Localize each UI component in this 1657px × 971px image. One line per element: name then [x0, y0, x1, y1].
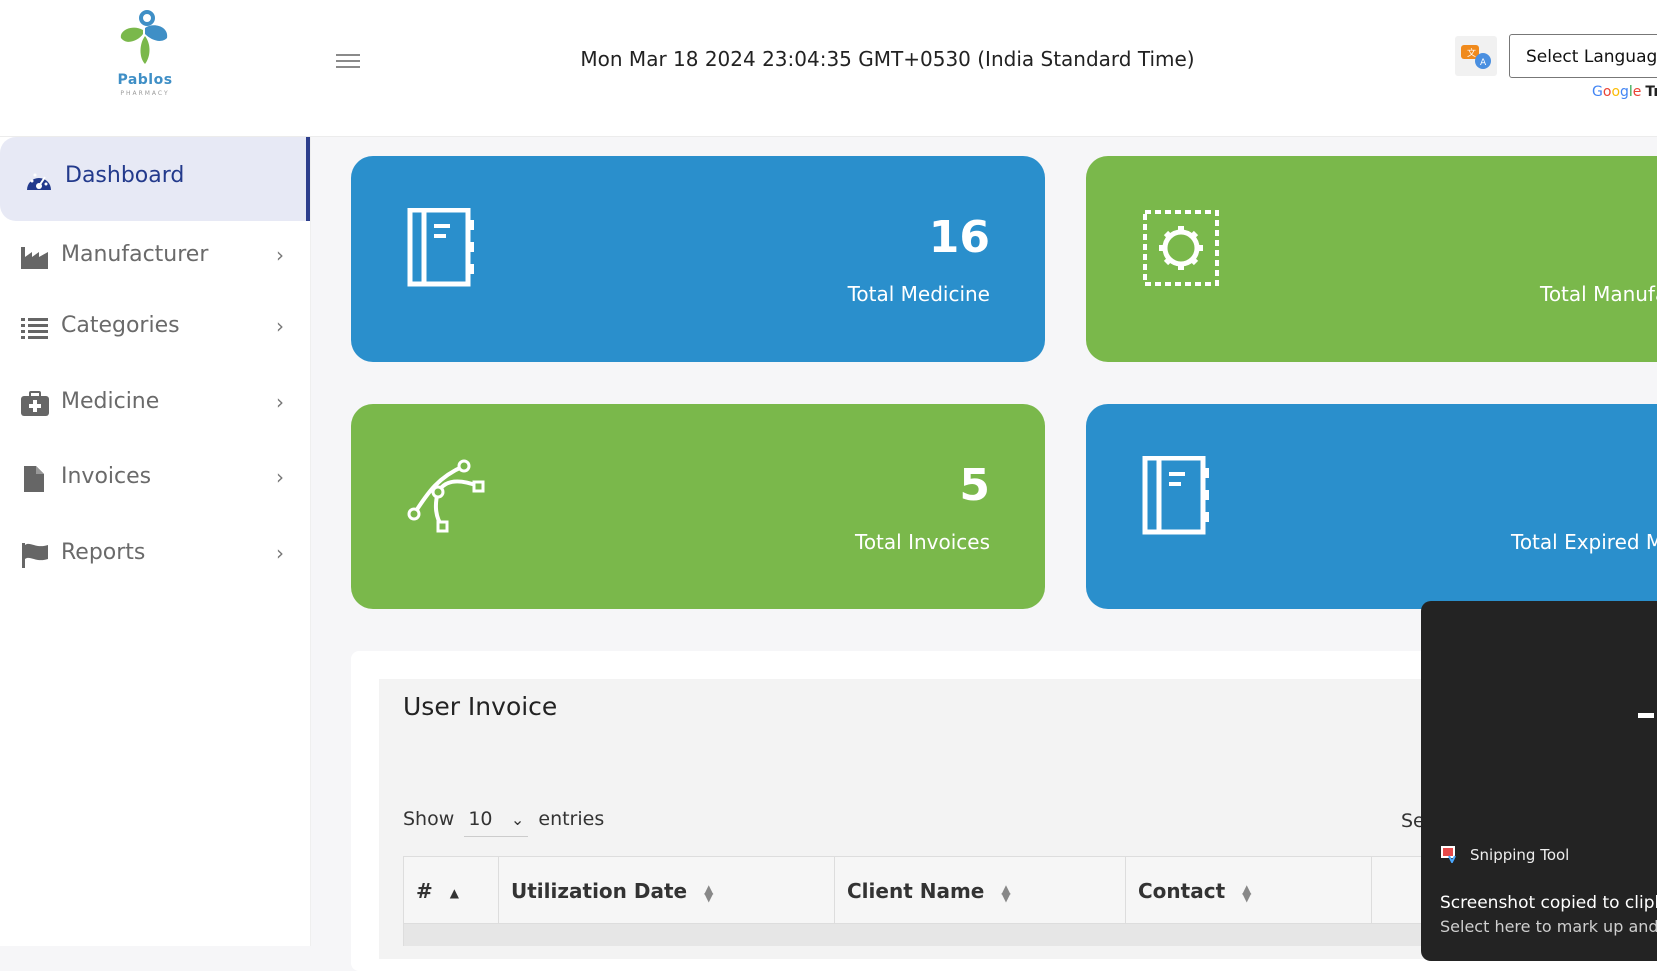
toast-message: Screenshot copied to clipboa	[1440, 893, 1657, 913]
toast-app-name: Snipping Tool	[1470, 846, 1570, 864]
entries-value: 10	[468, 808, 493, 830]
sort-icon: ▲ ▼	[1001, 881, 1011, 904]
panel-title: User Invoice	[403, 692, 558, 721]
pablos-logo[interactable]: Pablos PHARMACY	[112, 6, 178, 104]
current-datetime: Mon Mar 18 2024 23:04:35 GMT+0530 (India…	[580, 47, 1195, 71]
sort-icon: ▲ ▼	[1242, 881, 1252, 904]
column-header-index[interactable]: # ▲	[404, 857, 499, 923]
sidebar-item-dashboard[interactable]: Dashboard	[0, 137, 310, 221]
snipping-tool-notification[interactable]: Snipping Tool Screenshot copied to clipb…	[1421, 601, 1657, 961]
sidebar-item-invoices[interactable]: Invoices ›	[0, 449, 307, 509]
sidebar-item-manufacturer[interactable]: Manufacturer ›	[0, 227, 307, 287]
flag-icon	[22, 543, 48, 568]
chevron-right-icon: ›	[276, 243, 284, 267]
entries-label: entries	[538, 808, 605, 830]
chevron-right-icon: ›	[276, 465, 284, 489]
sidebar-item-label: Invoices	[61, 464, 152, 489]
notebook-icon	[407, 208, 474, 287]
chevron-right-icon: ›	[276, 314, 284, 338]
vector-path-icon	[407, 459, 485, 533]
snipping-tool-icon	[1441, 846, 1456, 863]
logo-name: Pablos	[117, 72, 173, 88]
entries-length-control: Show 10 ⌄ entries	[403, 808, 604, 837]
logo-mark-icon	[120, 10, 168, 64]
translate-icon[interactable]: 文 A	[1455, 36, 1497, 76]
card-label: Total Invoices	[855, 530, 990, 554]
sidebar-item-label: Dashboard	[65, 163, 185, 188]
column-header-utilization-date[interactable]: Utilization Date ▲ ▼	[499, 857, 835, 923]
show-label: Show	[403, 808, 455, 830]
powered-suffix: Tr	[1645, 84, 1657, 100]
dashboard-icon	[27, 173, 51, 190]
sidebar-item-medicine[interactable]: Medicine ›	[0, 374, 307, 434]
sort-icon: ▲ ▼	[704, 881, 714, 904]
language-select[interactable]: Select Language	[1509, 34, 1657, 78]
svg-text:文: 文	[1467, 47, 1476, 59]
total-medicine-card[interactable]: 16 Total Medicine	[351, 156, 1045, 362]
factory-icon	[21, 247, 48, 269]
card-label: Total Expired Me	[1511, 530, 1657, 554]
top-header: Pablos PHARMACY Mon Mar 18 2024 23:04:35…	[0, 0, 1657, 137]
svg-text:A: A	[1480, 58, 1487, 68]
total-manufacturer-card[interactable]: Total Manufa	[1086, 156, 1657, 362]
sidebar-item-label: Categories	[61, 313, 180, 338]
medkit-icon	[21, 391, 49, 416]
chevron-down-icon: ⌄	[510, 810, 525, 829]
entries-select[interactable]: 10 ⌄	[464, 808, 529, 837]
file-icon	[24, 466, 44, 492]
google-translate-attribution[interactable]: Google Tr	[1592, 84, 1657, 100]
total-expired-medicine-card[interactable]: Total Expired Me	[1086, 404, 1657, 609]
sidebar-item-label: Reports	[61, 540, 146, 565]
sidebar-item-categories[interactable]: Categories ›	[0, 298, 307, 358]
column-label: Contact	[1138, 879, 1226, 903]
card-label: Total Manufa	[1540, 282, 1657, 306]
sidebar: Dashboard Manufacturer › Categories › Me…	[0, 137, 311, 946]
sidebar-item-label: Medicine	[61, 389, 160, 414]
card-label: Total Medicine	[847, 282, 990, 306]
list-icon	[21, 318, 48, 339]
card-value: 16	[928, 212, 990, 263]
screenshot-preview	[1638, 713, 1654, 718]
sidebar-item-label: Manufacturer	[61, 242, 209, 267]
column-header-contact[interactable]: Contact ▲ ▼	[1126, 857, 1372, 923]
notebook-icon	[1142, 456, 1209, 535]
hamburger-menu-icon[interactable]	[336, 50, 360, 70]
gear-frame-icon	[1143, 210, 1219, 286]
sidebar-item-reports[interactable]: Reports ›	[0, 525, 307, 585]
column-label: Client Name	[847, 879, 985, 903]
chevron-right-icon: ›	[276, 390, 284, 414]
sort-asc-icon: ▲	[449, 885, 459, 900]
toast-subtext: Select here to mark up and s	[1440, 917, 1657, 936]
chevron-right-icon: ›	[276, 541, 284, 565]
column-label: #	[416, 879, 433, 903]
logo-subtitle: PHARMACY	[120, 90, 170, 97]
card-value: 5	[959, 460, 990, 511]
total-invoices-card[interactable]: 5 Total Invoices	[351, 404, 1045, 609]
column-header-client-name[interactable]: Client Name ▲ ▼	[835, 857, 1126, 923]
column-label: Utilization Date	[511, 879, 688, 903]
